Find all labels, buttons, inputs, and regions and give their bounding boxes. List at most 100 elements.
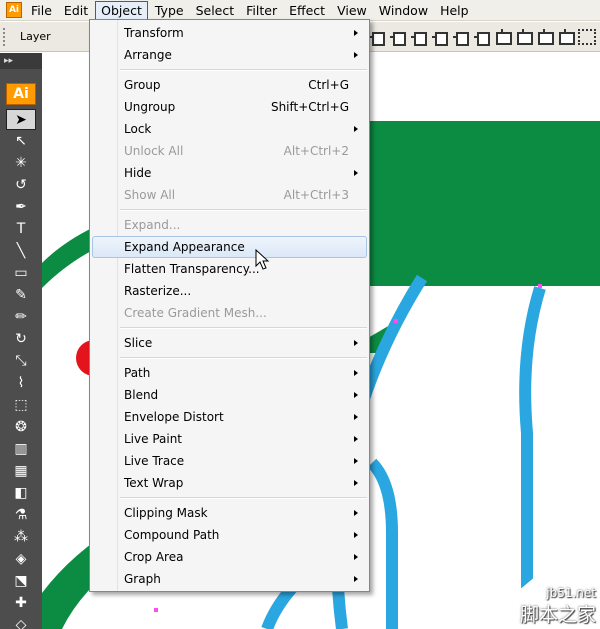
- paintbrush-tool-icon[interactable]: ✎: [6, 285, 36, 306]
- menu-item-arrange[interactable]: Arrange: [90, 44, 369, 66]
- menu-separator: [90, 206, 369, 214]
- submenu-arrow-icon: [354, 554, 358, 560]
- menu-help[interactable]: Help: [435, 1, 474, 20]
- align-right-icon[interactable]: [410, 29, 427, 46]
- menu-effect[interactable]: Effect: [284, 1, 330, 20]
- align-top-icon[interactable]: [431, 29, 448, 46]
- menu-item-show-all: Show All Alt+Ctrl+3: [90, 184, 369, 206]
- column-graph-tool-icon[interactable]: ▥: [6, 439, 36, 460]
- menu-filter[interactable]: Filter: [241, 1, 282, 20]
- align-left-icon[interactable]: [368, 29, 385, 46]
- toolbox: ▸▸ Ai ➤ ↖ ✳ ↺ ✒ T ╲ ▭ ✎ ✏ ↻ ⤡ ⌇ ⬚ ❂ ▥ ▦ …: [0, 53, 42, 629]
- gradient-tool-icon[interactable]: ◧: [6, 483, 36, 504]
- menu-item-expand-appearance[interactable]: Expand Appearance: [92, 236, 367, 258]
- submenu-arrow-icon: [354, 510, 358, 516]
- shortcut-label: Alt+Ctrl+3: [283, 188, 349, 202]
- menu-item-flatten-transparency[interactable]: Flatten Transparency...: [90, 258, 369, 280]
- menu-type[interactable]: Type: [150, 1, 189, 20]
- align-middle-icon[interactable]: [452, 29, 469, 46]
- blue-stroke-inner: [367, 458, 398, 629]
- selection-tool-icon[interactable]: ➤: [6, 109, 36, 130]
- submenu-arrow-icon: [354, 170, 358, 176]
- menu-file[interactable]: File: [26, 1, 57, 20]
- menu-separator: [90, 354, 369, 362]
- transform-grid-icon[interactable]: [578, 29, 596, 45]
- direct-selection-tool-icon[interactable]: ↖: [6, 131, 36, 152]
- menu-item-blend[interactable]: Blend: [90, 384, 369, 406]
- menu-item-live-paint[interactable]: Live Paint: [90, 428, 369, 450]
- menu-item-crop-area[interactable]: Crop Area: [90, 546, 369, 568]
- menu-item-compound-path[interactable]: Compound Path: [90, 524, 369, 546]
- menu-window[interactable]: Window: [374, 1, 433, 20]
- submenu-arrow-icon: [354, 340, 358, 346]
- menu-item-live-trace[interactable]: Live Trace: [90, 450, 369, 472]
- menu-item-graph[interactable]: Graph: [90, 568, 369, 590]
- rotate-tool-icon[interactable]: ↻: [6, 329, 36, 350]
- align-buttons: [368, 29, 596, 46]
- distribute-right-icon[interactable]: [536, 29, 554, 45]
- menu-item-lock[interactable]: Lock: [90, 118, 369, 140]
- collapse-icon[interactable]: ▸▸: [0, 53, 42, 69]
- submenu-arrow-icon: [354, 480, 358, 486]
- watermark: jb51.net 脚本之家: [520, 586, 596, 627]
- menu-item-path[interactable]: Path: [90, 362, 369, 384]
- app-icon[interactable]: Ai: [6, 2, 22, 18]
- eyedropper-tool-icon[interactable]: ⚗: [6, 505, 36, 526]
- align-bottom-icon[interactable]: [473, 29, 490, 46]
- type-tool-icon[interactable]: T: [6, 219, 36, 240]
- grip-icon[interactable]: [3, 28, 9, 46]
- shortcut-label: Ctrl+G: [308, 78, 349, 92]
- watermark-domain: jb51.net: [546, 586, 596, 600]
- live-paint-bucket-tool-icon[interactable]: ◈: [6, 549, 36, 570]
- anchor-point: [538, 284, 542, 288]
- lasso-tool-icon[interactable]: ↺: [6, 175, 36, 196]
- distribute-left-icon[interactable]: [494, 29, 512, 45]
- scale-tool-icon[interactable]: ⤡: [6, 351, 36, 372]
- menu-view[interactable]: View: [332, 1, 372, 20]
- menu-object[interactable]: Object: [95, 0, 148, 20]
- align-center-icon[interactable]: [389, 29, 406, 46]
- warp-tool-icon[interactable]: ⌇: [6, 373, 36, 394]
- menu-item-group[interactable]: Group Ctrl+G: [90, 74, 369, 96]
- submenu-arrow-icon: [354, 30, 358, 36]
- menu-edit[interactable]: Edit: [59, 1, 93, 20]
- menu-item-slice[interactable]: Slice: [90, 332, 369, 354]
- pen-tool-icon[interactable]: ✒: [6, 197, 36, 218]
- distribute-center-icon[interactable]: [515, 29, 533, 45]
- menu-item-hide[interactable]: Hide: [90, 162, 369, 184]
- crop-area-tool-icon[interactable]: ✚: [6, 593, 36, 614]
- pencil-tool-icon[interactable]: ✏: [6, 307, 36, 328]
- mouse-cursor-icon: [255, 249, 270, 270]
- shortcut-label: Shift+Ctrl+G: [270, 100, 349, 114]
- menu-item-create-gradient-mesh: Create Gradient Mesh...: [124, 306, 267, 320]
- blend-tool-icon[interactable]: ⁂: [6, 527, 36, 548]
- menu-item-transform[interactable]: Transform: [90, 22, 369, 44]
- magic-wand-tool-icon[interactable]: ✳: [6, 153, 36, 174]
- watermark-site-name: 脚本之家: [519, 604, 596, 626]
- mesh-tool-icon[interactable]: ▦: [6, 461, 36, 482]
- menu-bar: Ai File Edit Object Type Select Filter E…: [0, 0, 600, 21]
- menu-item-text-wrap[interactable]: Text Wrap: [90, 472, 369, 494]
- submenu-arrow-icon: [354, 392, 358, 398]
- menu-item-envelope-distort[interactable]: Envelope Distort: [90, 406, 369, 428]
- distribute-space-icon[interactable]: [557, 29, 575, 45]
- menu-item-clipping-mask[interactable]: Clipping Mask: [90, 502, 369, 524]
- menu-item-rasterize[interactable]: Rasterize...: [90, 280, 369, 302]
- ai-logo: Ai: [6, 83, 36, 105]
- eraser-tool-icon[interactable]: ◇: [6, 615, 36, 629]
- menu-select[interactable]: Select: [191, 1, 240, 20]
- menu-item-ungroup[interactable]: Ungroup Shift+Ctrl+G: [90, 96, 369, 118]
- rectangle-tool-icon[interactable]: ▭: [6, 263, 36, 284]
- menu-item-expand: Expand...: [124, 218, 181, 232]
- submenu-arrow-icon: [354, 414, 358, 420]
- line-tool-icon[interactable]: ╲: [6, 241, 36, 262]
- submenu-arrow-icon: [354, 126, 358, 132]
- anchor-point: [394, 319, 398, 323]
- menu-separator: [90, 66, 369, 74]
- object-menu: Transform Arrange Group Ctrl+G Ungroup Shi…: [89, 19, 370, 592]
- live-paint-selection-tool-icon[interactable]: ⬔: [6, 571, 36, 592]
- submenu-arrow-icon: [354, 458, 358, 464]
- symbol-sprayer-tool-icon[interactable]: ❂: [6, 417, 36, 438]
- menu-item-unlock-all: Unlock All Alt+Ctrl+2: [90, 140, 369, 162]
- free-transform-tool-icon[interactable]: ⬚: [6, 395, 36, 416]
